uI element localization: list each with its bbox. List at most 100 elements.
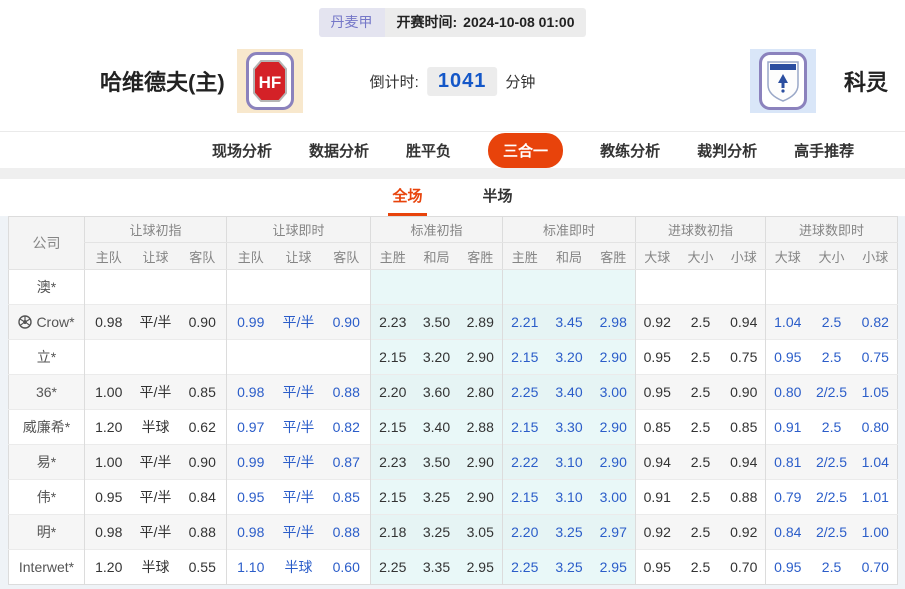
nav-tab-4[interactable]: 三合一 <box>488 133 563 168</box>
odds-cell: 1.10 <box>227 550 275 585</box>
nav-tab-3[interactable]: 胜平负 <box>406 140 451 161</box>
odds-cell: 0.82 <box>854 305 898 340</box>
odds-cell: 半球 <box>275 550 323 585</box>
odds-cell: 0.75 <box>723 340 766 375</box>
odds-cell: 平/半 <box>275 375 323 410</box>
subtab-1[interactable]: 全场 <box>388 177 426 216</box>
odds-cell: 2.22 <box>503 445 547 480</box>
odds-cell <box>275 340 323 375</box>
odds-cell: 0.90 <box>179 305 227 340</box>
odds-cell: 0.94 <box>723 445 766 480</box>
odds-cell: 2.5 <box>679 305 723 340</box>
odds-cell: 2.89 <box>459 305 503 340</box>
company-cell: 明* <box>9 515 85 550</box>
odds-cell: 0.60 <box>323 550 371 585</box>
odds-cell: 2.15 <box>371 340 415 375</box>
odds-cell: 平/半 <box>133 480 179 515</box>
odds-cell: 0.94 <box>723 305 766 340</box>
odds-cell: 平/半 <box>275 410 323 445</box>
odds-cell: 1.04 <box>854 445 898 480</box>
odds-cell: 2/2.5 <box>810 480 854 515</box>
odds-cell: 2.23 <box>371 445 415 480</box>
nav-tab-6[interactable]: 裁判分析 <box>697 140 757 161</box>
sub-header-3-1: 主胜 <box>371 243 415 270</box>
sub-header-4-1: 主胜 <box>503 243 547 270</box>
odds-cell: 0.95 <box>85 480 133 515</box>
odds-cell: 3.25 <box>415 480 459 515</box>
countdown-value: 1041 <box>427 67 498 96</box>
odds-cell <box>323 270 371 305</box>
sub-header-1-1: 主队 <box>85 243 133 270</box>
odds-cell <box>133 270 179 305</box>
group-header-3: 标准初指 <box>371 217 503 243</box>
odds-cell: 0.84 <box>766 515 810 550</box>
odds-cell: 半球 <box>133 410 179 445</box>
odds-cell: 2.5 <box>810 340 854 375</box>
odds-cell <box>854 270 898 305</box>
nav-tab-2[interactable]: 数据分析 <box>309 140 369 161</box>
odds-cell: 0.88 <box>179 515 227 550</box>
odds-cell: 2.5 <box>679 340 723 375</box>
odds-cell: 0.94 <box>636 445 679 480</box>
kickoff-time: 开赛时间: 2024-10-08 01:00 <box>385 8 587 37</box>
odds-cell: 2.25 <box>371 550 415 585</box>
odds-cell: 0.75 <box>854 340 898 375</box>
odds-cell: 2.88 <box>459 410 503 445</box>
odds-cell: 2.5 <box>679 480 723 515</box>
odds-cell: 3.20 <box>547 340 592 375</box>
nav-tab-5[interactable]: 教练分析 <box>600 140 660 161</box>
odds-cell <box>503 270 547 305</box>
odds-cell: 0.99 <box>227 445 275 480</box>
odds-cell: 0.92 <box>636 305 679 340</box>
odds-cell: 2.15 <box>503 410 547 445</box>
home-team: 哈维德夫(主) HF <box>100 49 303 113</box>
table-row: 威廉希*1.20半球0.620.97平/半0.822.153.402.882.1… <box>9 410 898 445</box>
odds-cell <box>179 340 227 375</box>
odds-cell <box>179 270 227 305</box>
group-header-5: 进球数初指 <box>636 217 766 243</box>
odds-cell: 2.5 <box>679 445 723 480</box>
odds-cell <box>547 270 592 305</box>
away-team: 科灵 <box>750 49 888 113</box>
odds-cell <box>415 270 459 305</box>
odds-cell: 1.00 <box>85 375 133 410</box>
odds-cell <box>592 270 636 305</box>
nav-tab-1[interactable]: 现场分析 <box>212 140 272 161</box>
odds-cell <box>227 270 275 305</box>
nav-tabs: 现场分析 数据分析 胜平负 三合一 教练分析 裁判分析 高手推荐 <box>0 131 905 168</box>
odds-cell: 0.85 <box>179 375 227 410</box>
odds-cell: 0.92 <box>636 515 679 550</box>
match-meta: 丹麦甲 开赛时间: 2024-10-08 01:00 <box>319 8 587 37</box>
odds-cell: 3.25 <box>415 515 459 550</box>
table-row: 立*2.153.202.902.153.202.900.952.50.750.9… <box>9 340 898 375</box>
odds-cell: 2.90 <box>592 340 636 375</box>
odds-cell: 1.01 <box>854 480 898 515</box>
home-team-name: 哈维德夫(主) <box>100 65 225 97</box>
odds-cell: 3.20 <box>415 340 459 375</box>
odds-cell: 0.55 <box>179 550 227 585</box>
odds-cell: 0.62 <box>179 410 227 445</box>
subtab-2[interactable]: 半场 <box>479 177 517 216</box>
table-row: 36*1.00平/半0.850.98平/半0.882.203.602.802.2… <box>9 375 898 410</box>
odds-cell: 2/2.5 <box>810 515 854 550</box>
odds-cell: 0.95 <box>227 480 275 515</box>
odds-cell: 0.95 <box>766 550 810 585</box>
away-logo-frame <box>759 52 807 110</box>
odds-cell: 3.50 <box>415 305 459 340</box>
odds-cell: 0.81 <box>766 445 810 480</box>
odds-cell: 1.20 <box>85 550 133 585</box>
odds-cell: 平/半 <box>275 305 323 340</box>
odds-cell: 0.85 <box>323 480 371 515</box>
company-cell: Crow* <box>9 305 85 340</box>
sub-header-1-3: 客队 <box>179 243 227 270</box>
odds-cell: 0.88 <box>323 375 371 410</box>
odds-table-body: 澳*Crow*0.98平/半0.900.99平/半0.902.233.502.8… <box>9 270 898 585</box>
company-cell: 立* <box>9 340 85 375</box>
odds-cell <box>85 270 133 305</box>
odds-cell: 2.15 <box>503 480 547 515</box>
sub-header-4-3: 客胜 <box>592 243 636 270</box>
odds-cell: 2.5 <box>679 375 723 410</box>
nav-tab-7[interactable]: 高手推荐 <box>794 140 854 161</box>
odds-cell: 0.95 <box>636 340 679 375</box>
sub-header-6-2: 大小 <box>810 243 854 270</box>
